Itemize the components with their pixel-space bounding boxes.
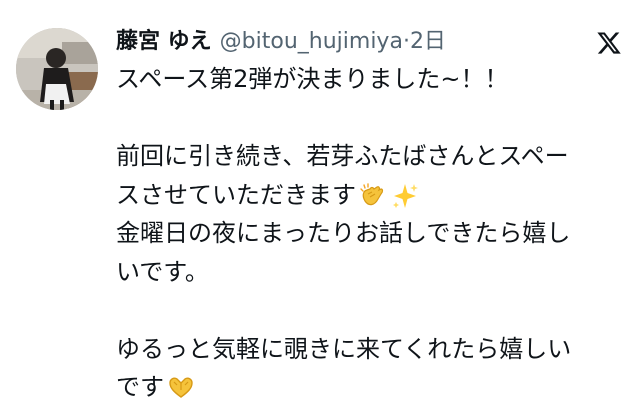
display-name[interactable]: 藤宮 ゆえ	[116, 24, 212, 60]
heart-hands-icon	[166, 373, 196, 400]
avatar[interactable]	[16, 28, 98, 110]
user-handle[interactable]: @bitou_hujimiya	[220, 24, 403, 60]
tweet-header: 藤宮 ゆえ @bitou_hujimiya · 2日	[116, 24, 446, 60]
sparkles-icon	[390, 181, 420, 211]
tweet-line: 前回に引き続き、若芽ふたばさんとスペー	[116, 142, 569, 170]
tweet-line-with-emoji: です	[116, 368, 616, 400]
tweet-line-text: スさせていただきます	[116, 180, 356, 209]
tweet-line: いです。	[116, 257, 209, 286]
tweet-timestamp[interactable]: 2日	[410, 24, 446, 60]
tweet-line-text: です	[116, 373, 164, 400]
tweet-line-with-emoji: スさせていただきます	[116, 176, 616, 215]
header-separator: ·	[402, 29, 410, 54]
tweet-card[interactable]: 藤宮 ゆえ @bitou_hujimiya · 2日 スペース第2弾が決まりまし…	[0, 0, 640, 400]
x-logo-icon[interactable]	[596, 30, 622, 56]
clapping-hands-icon	[358, 181, 388, 211]
tweet-line: ゆるっと気軽に覗きに来てくれたら嬉しい	[116, 334, 572, 363]
tweet-line: 金曜日の夜にまったりお話しできたら嬉し	[116, 219, 571, 247]
tweet-text: スペース第2弾が決まりました~！！ 前回に引き続き、若芽ふたばさんとスペー スさ…	[116, 60, 616, 400]
tweet-line: スペース第2弾が決まりました~！！	[116, 65, 509, 93]
